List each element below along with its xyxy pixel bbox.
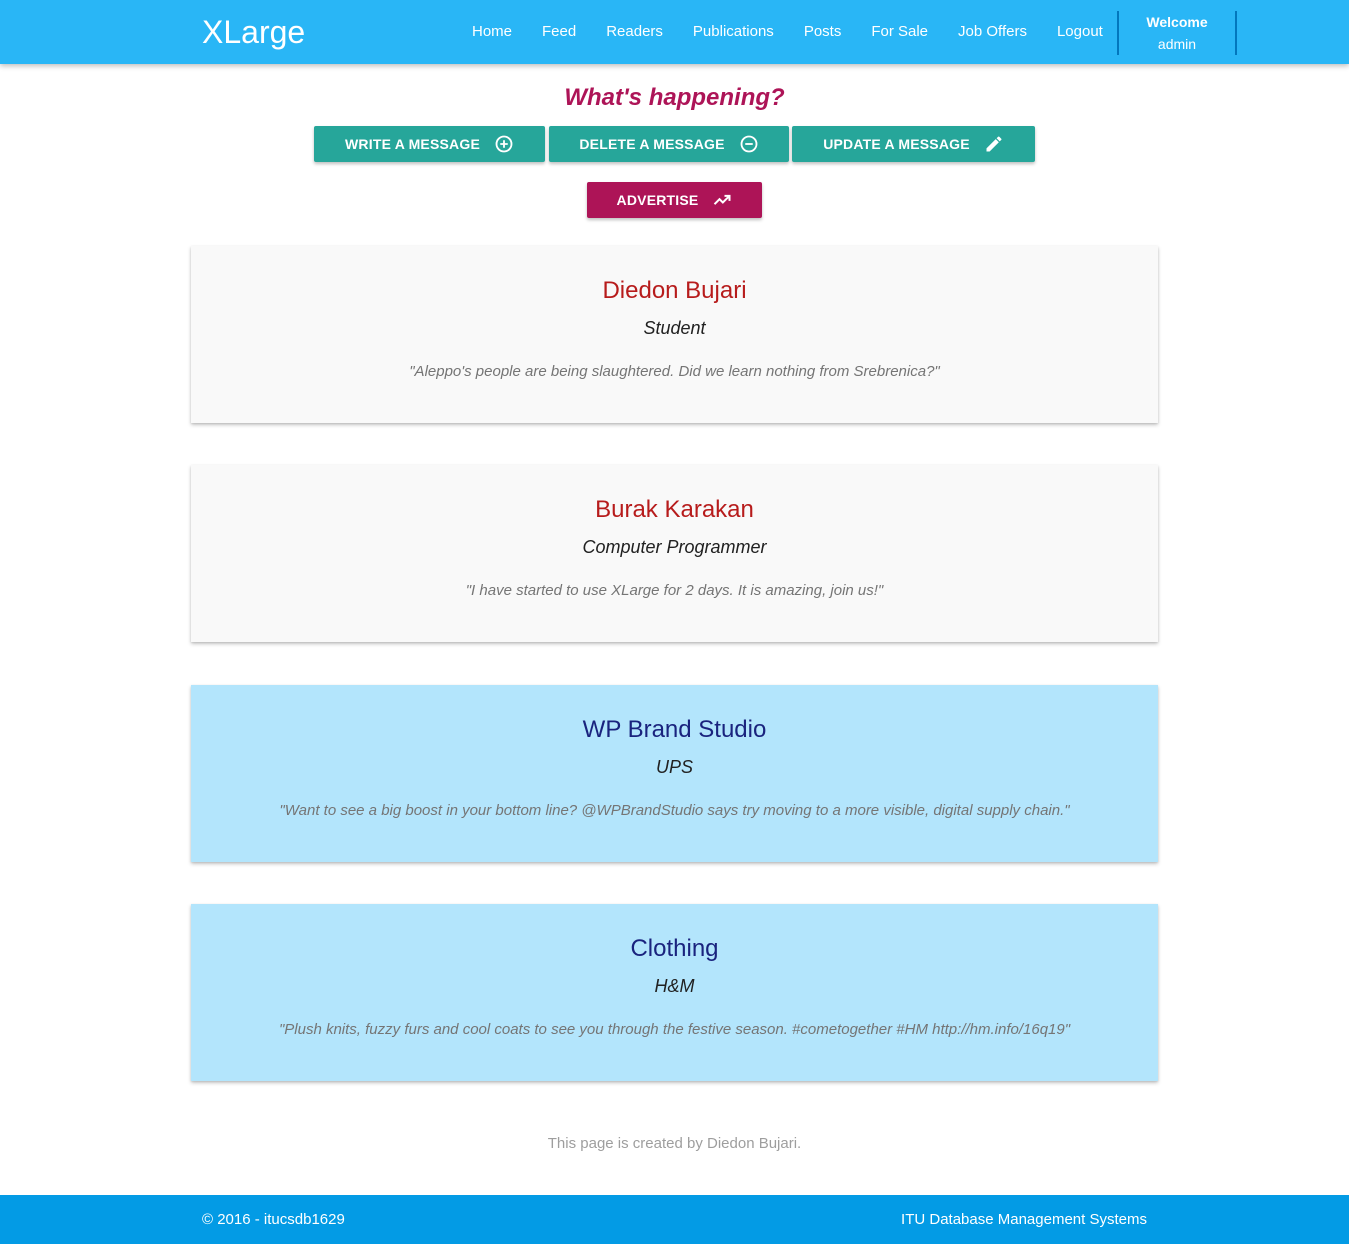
ad-card: WP Brand Studio UPS "Want to see a big b… xyxy=(191,685,1158,862)
welcome-label: Welcome xyxy=(1146,14,1208,30)
update-message-button[interactable]: Update a message xyxy=(792,126,1035,162)
card-role: Computer Programmer xyxy=(582,537,767,557)
card-company: UPS xyxy=(655,757,693,777)
nav-links: Home Feed Readers Publications Posts For… xyxy=(457,0,1118,64)
nav-link-posts[interactable]: Posts xyxy=(789,0,857,64)
welcome-username: admin xyxy=(1157,36,1197,52)
nav-link-readers[interactable]: Readers xyxy=(591,0,678,64)
pencil-icon xyxy=(984,134,1004,154)
plus-circle-icon xyxy=(494,134,514,154)
page-title: What's happening? xyxy=(564,84,785,111)
nav-link-publications[interactable]: Publications xyxy=(678,0,789,64)
top-navbar: XLarge Home Feed Readers Publications Po… xyxy=(0,0,1349,64)
card-message: "Plush knits, fuzzy furs and cool coats … xyxy=(278,1021,1071,1038)
card-message: "Aleppo's people are being slaughtered. … xyxy=(409,363,940,380)
card-author: WP Brand Studio xyxy=(582,716,767,743)
minus-circle-icon xyxy=(739,134,759,154)
write-message-button[interactable]: Write a message xyxy=(314,126,545,162)
trending-up-icon xyxy=(712,190,732,210)
nav-link-for-sale[interactable]: For Sale xyxy=(856,0,943,64)
brand-logo[interactable]: XLarge xyxy=(202,12,305,52)
ad-card: Clothing H&M "Plush knits, fuzzy furs an… xyxy=(191,904,1158,1081)
card-author: Clothing xyxy=(630,935,719,962)
card-message: "I have started to use XLarge for 2 days… xyxy=(465,582,884,599)
welcome-box: Welcome admin xyxy=(1117,11,1237,55)
advertise-label: Advertise xyxy=(616,192,699,208)
advertise-button[interactable]: Advertise xyxy=(587,182,762,218)
post-card: Burak Karakan Computer Programmer "I hav… xyxy=(191,465,1158,642)
write-message-label: Write a message xyxy=(345,136,480,152)
post-card: Diedon Bujari Student "Aleppo's people a… xyxy=(191,246,1158,423)
footer-copyright: © 2016 - itucsdb1629 xyxy=(202,1211,345,1228)
card-message: "Want to see a big boost in your bottom … xyxy=(279,802,1070,819)
page-footer: © 2016 - itucsdb1629 ITU Database Manage… xyxy=(0,1195,1349,1244)
nav-link-logout[interactable]: Logout xyxy=(1042,0,1118,64)
footer-course: ITU Database Management Systems xyxy=(901,1211,1147,1228)
page-credit: This page is created by Diedon Bujari. xyxy=(547,1135,802,1152)
card-author: Burak Karakan xyxy=(595,496,754,523)
delete-message-label: Delete a message xyxy=(579,136,725,152)
nav-link-feed[interactable]: Feed xyxy=(527,0,591,64)
update-message-label: Update a message xyxy=(823,136,970,152)
nav-link-job-offers[interactable]: Job Offers xyxy=(943,0,1042,64)
card-company: H&M xyxy=(654,976,695,996)
nav-link-home[interactable]: Home xyxy=(457,0,527,64)
card-role: Student xyxy=(643,318,706,338)
delete-message-button[interactable]: Delete a message xyxy=(549,126,789,162)
card-author: Diedon Bujari xyxy=(602,277,747,304)
